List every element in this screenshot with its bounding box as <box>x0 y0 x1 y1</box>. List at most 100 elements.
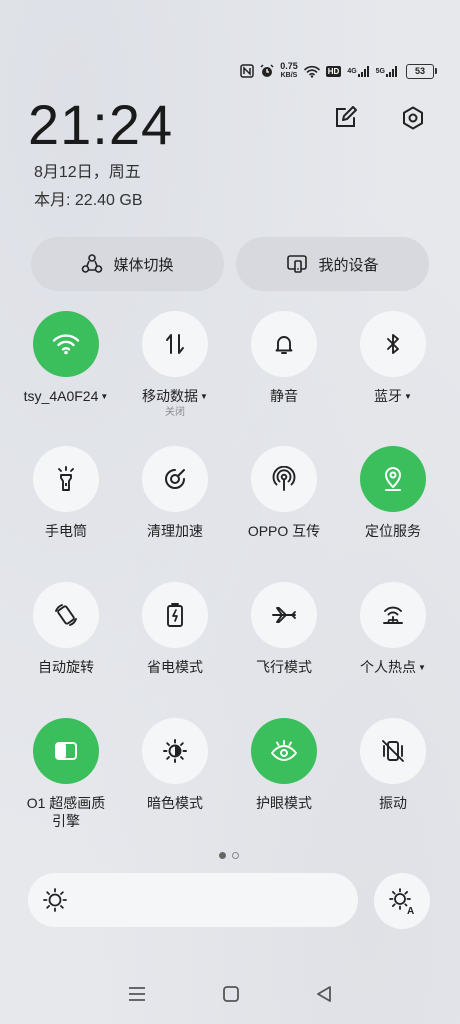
tile-sublabel: 关闭 <box>165 407 185 418</box>
rotate-icon <box>53 602 79 628</box>
media-switch-label: 媒体切换 <box>113 256 174 274</box>
tile-toggle-display-engine[interactable] <box>33 718 99 784</box>
tile-label-text: 振动 <box>379 795 407 811</box>
tile-toggle-bluetooth[interactable] <box>360 311 426 377</box>
gear-icon <box>403 106 423 130</box>
tile-bluetooth[interactable]: 蓝牙 ▼ <box>348 311 438 406</box>
dropdown-caret-icon[interactable]: ▼ <box>418 663 426 672</box>
clock-time: 21:24 <box>28 93 174 156</box>
tile-label: 个人热点 ▼ <box>348 658 438 677</box>
tile-label: 定位服务 <box>348 522 438 540</box>
tile-wifi[interactable]: tsy_4A0F24 ▼ <box>21 311 111 406</box>
tile-label-text: 暗色模式 <box>147 795 203 811</box>
hotspot-icon <box>380 603 406 627</box>
tile-label: tsy_4A0F24 ▼ <box>21 387 111 406</box>
tile-toggle-hotspot[interactable] <box>360 582 426 648</box>
tile-label-text: 个人热点 <box>360 659 417 675</box>
tile-toggle-vibrate[interactable] <box>360 718 426 784</box>
recents-button[interactable] <box>128 986 146 1007</box>
battery-saver-icon <box>164 602 186 628</box>
tile-label-text: 移动数据 <box>142 388 199 404</box>
tile-battery-saver[interactable]: 省电模式 <box>130 582 220 676</box>
tile-toggle-location[interactable] <box>360 446 426 512</box>
auto-brightness-button[interactable]: A <box>374 873 430 929</box>
tile-label-text: 飞行模式 <box>256 659 312 675</box>
tile-toggle-battery-saver[interactable] <box>142 582 208 648</box>
nfc-icon <box>240 64 254 78</box>
dropdown-caret-icon[interactable]: ▼ <box>404 392 412 401</box>
tile-label: 移动数据 ▼ <box>130 387 220 406</box>
settings-button[interactable] <box>395 100 431 136</box>
tile-hotspot[interactable]: 个人热点 ▼ <box>348 582 438 677</box>
my-devices-button[interactable]: 我的设备 <box>236 237 429 291</box>
brightness-slider[interactable] <box>28 873 358 927</box>
tile-label-text: 省电模式 <box>147 659 203 675</box>
tile-toggle-eye[interactable] <box>251 718 317 784</box>
tile-label-text: 定位服务 <box>365 523 421 539</box>
tile-flashlight[interactable]: 手电筒 <box>21 446 111 540</box>
tile-airplane[interactable]: 飞行模式 <box>239 582 329 676</box>
tile-toggle-wifi[interactable] <box>33 311 99 377</box>
tile-mobile-data[interactable]: 移动数据 ▼ 关闭 <box>130 311 220 419</box>
edit-button[interactable] <box>327 100 363 136</box>
tile-share-antenna[interactable]: OPPO 互传 <box>239 446 329 540</box>
tile-label: 静音 <box>239 387 329 405</box>
tile-vibrate[interactable]: 振动 <box>348 718 438 812</box>
airplane-icon <box>270 602 298 628</box>
home-button[interactable] <box>222 985 240 1008</box>
tile-rotate[interactable]: 自动旋转 <box>21 582 111 676</box>
tile-label-text: 清理加速 <box>147 523 203 539</box>
tile-clean-speed[interactable]: 清理加速 <box>130 446 220 540</box>
tile-display-engine[interactable]: O1 超感画质引擎 <box>21 718 111 830</box>
tile-toggle-mobile-data[interactable] <box>142 311 208 377</box>
media-switch-button[interactable]: 媒体切换 <box>31 237 224 291</box>
eye-icon <box>270 739 298 763</box>
edit-icon <box>336 106 357 127</box>
share-antenna-icon <box>271 466 297 492</box>
dropdown-caret-icon[interactable]: ▼ <box>100 392 108 401</box>
tile-bell[interactable]: 静音 <box>239 311 329 405</box>
dropdown-caret-icon[interactable]: ▼ <box>200 392 208 401</box>
back-button[interactable] <box>316 985 332 1008</box>
tile-toggle-flashlight[interactable] <box>33 446 99 512</box>
tile-location[interactable]: 定位服务 <box>348 446 438 540</box>
tile-toggle-share-antenna[interactable] <box>251 446 317 512</box>
tile-label-text: tsy_4A0F24 <box>23 388 99 404</box>
tile-label: 飞行模式 <box>239 658 329 676</box>
network-speed: 0.75 KB/S <box>280 61 298 80</box>
page-indicator <box>219 852 239 859</box>
signal-5g-icon: 5G <box>376 65 398 77</box>
devices-icon <box>287 255 308 273</box>
tile-toggle-bell[interactable] <box>251 311 317 377</box>
page-dot[interactable] <box>232 852 239 859</box>
tile-toggle-dark-mode[interactable] <box>142 718 208 784</box>
home-square-icon <box>223 985 239 1002</box>
display-engine-icon <box>53 740 79 762</box>
my-devices-label: 我的设备 <box>318 256 379 274</box>
signal-4g-icon: 4G <box>347 65 369 77</box>
vibrate-icon <box>380 738 406 764</box>
tile-toggle-rotate[interactable] <box>33 582 99 648</box>
dark-mode-icon <box>162 738 188 764</box>
date-text: 8月12日，周五 <box>34 164 141 181</box>
bell-icon <box>272 332 296 356</box>
wifi-icon <box>52 333 80 355</box>
tile-eye[interactable]: 护眼模式 <box>239 718 329 812</box>
tile-toggle-clean-speed[interactable] <box>142 446 208 512</box>
tile-label-text: 护眼模式 <box>256 795 312 811</box>
tile-label: 蓝牙 ▼ <box>348 387 438 406</box>
auto-brightness-icon: A <box>389 888 414 915</box>
menu-icon <box>129 986 145 1001</box>
page-dot-active <box>219 852 226 859</box>
tile-label: 暗色模式 <box>130 794 220 812</box>
tile-label: 省电模式 <box>130 658 220 676</box>
tile-dark-mode[interactable]: 暗色模式 <box>130 718 220 812</box>
flashlight-icon <box>54 466 78 492</box>
tile-toggle-airplane[interactable] <box>251 582 317 648</box>
svg-text:A: A <box>407 906 414 915</box>
back-triangle-icon <box>317 985 331 1002</box>
tile-label: O1 超感画质引擎 <box>21 794 111 830</box>
wifi-status-icon <box>303 65 320 78</box>
tile-label-text: 静音 <box>270 388 298 404</box>
navigation-bar <box>0 984 460 1008</box>
